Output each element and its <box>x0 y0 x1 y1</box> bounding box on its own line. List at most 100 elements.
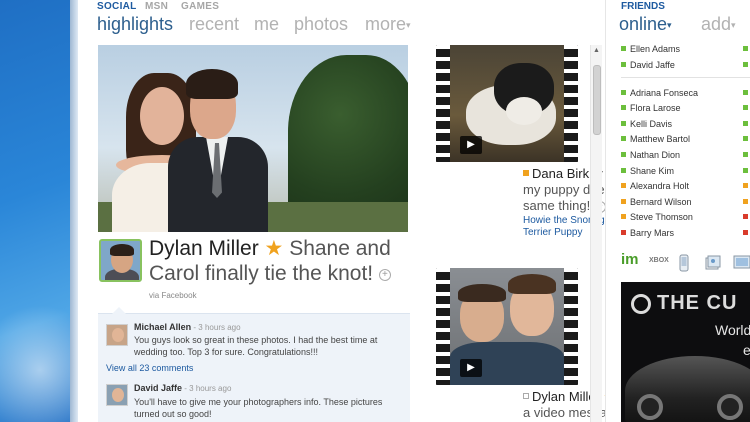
tab-more[interactable]: more▾ <box>365 14 411 35</box>
tab-add[interactable]: add▾ <box>701 14 736 35</box>
comments-panel: Michael Allen - 3 hours ago You guys loo… <box>98 307 410 422</box>
category-msn[interactable]: MSN <box>145 1 168 12</box>
category-games[interactable]: GAMES <box>181 1 219 12</box>
online-status-icon <box>743 168 748 173</box>
online-status-icon <box>621 90 626 95</box>
wedding-photo[interactable] <box>98 45 408 232</box>
film-sprocket-left <box>436 45 450 162</box>
avatar-face <box>112 328 124 342</box>
scroll-up-icon[interactable]: ▲ <box>593 47 600 54</box>
avatar[interactable] <box>106 324 128 346</box>
away-status-icon <box>621 214 626 219</box>
add-comment-icon[interactable]: + <box>378 269 391 281</box>
comment-author[interactable]: Michael Allen - 3 hours ago <box>134 322 241 332</box>
ad-car-wheel <box>637 394 663 420</box>
friend-item[interactable]: Steve Thomson <box>621 212 693 222</box>
away-status-icon <box>743 199 748 204</box>
messenger-icon[interactable]: im <box>621 251 639 268</box>
busy-status-icon <box>743 214 748 219</box>
online-status-icon <box>621 152 626 157</box>
avatar[interactable] <box>106 384 128 406</box>
away-status-icon <box>621 199 626 204</box>
friend-item[interactable]: Nathan Dion <box>621 150 680 160</box>
chevron-down-icon: ▾ <box>731 20 736 30</box>
online-status-icon <box>621 105 626 110</box>
friend-item[interactable]: Matthew Bartol <box>621 134 690 144</box>
advertisement-banner[interactable]: THE CU World e <box>621 282 750 422</box>
play-icon[interactable]: ▶ <box>460 359 482 377</box>
friend-name: Kelli Davis <box>630 119 673 129</box>
friend-name: Nathan Dion <box>630 150 681 160</box>
friend-name: Shane Kim <box>630 166 675 176</box>
friend-item[interactable]: Kelli Davis <box>621 119 672 129</box>
tab-me[interactable]: me <box>254 14 279 35</box>
photo-gallery-icon[interactable] <box>705 255 721 271</box>
friend-item[interactable]: Flora Larose <box>621 103 681 113</box>
comment-time: - 3 hours ago <box>182 384 232 393</box>
ad-logo-icon <box>631 294 651 314</box>
status-square-icon <box>523 393 529 399</box>
online-status-icon <box>743 152 748 157</box>
post-author[interactable]: Dylan Miller <box>149 237 259 260</box>
video-thumbnail[interactable]: ▶ <box>436 268 578 385</box>
online-status-icon <box>621 46 626 51</box>
puppy-muzzle <box>506 97 542 125</box>
friend-item[interactable]: Barry Mars <box>621 228 674 238</box>
desktop-glow <box>0 300 78 422</box>
busy-status-icon <box>743 230 748 235</box>
video-thumbnail[interactable]: ▶ <box>436 45 578 162</box>
avatar-hair <box>110 244 134 256</box>
screen-icon[interactable] <box>733 255 750 271</box>
friend-name: Alexandra Holt <box>630 181 690 191</box>
friend-item[interactable]: Adriana Fonseca <box>621 88 698 98</box>
comment-text: You guys look so great in these photos. … <box>134 335 378 357</box>
phone-icon[interactable] <box>679 254 689 272</box>
feed-panel: SOCIAL MSN GAMES highlights recent me ph… <box>78 0 605 422</box>
film-sprocket-left <box>436 268 450 385</box>
status-square-icon <box>523 170 529 176</box>
comment-author[interactable]: David Jaffe - 3 hours ago <box>134 383 231 393</box>
tab-recent[interactable]: recent <box>189 14 239 35</box>
comment-author-name: David Jaffe <box>134 383 183 393</box>
ad-line1: World <box>715 322 750 338</box>
tab-highlights[interactable]: highlights <box>97 14 173 35</box>
play-icon[interactable]: ▶ <box>460 136 482 154</box>
tab-more-label: more <box>365 14 407 34</box>
comment-author-name: Michael Allen <box>134 322 192 332</box>
friend-item[interactable]: Alexandra Holt <box>621 181 689 191</box>
friends-category[interactable]: FRIENDS <box>621 1 665 12</box>
friend-name: Ellen Adams <box>630 44 681 54</box>
film-sprocket-right <box>564 45 578 162</box>
avatar[interactable] <box>99 239 142 282</box>
online-status-icon <box>743 105 748 110</box>
category-social[interactable]: SOCIAL <box>97 1 137 12</box>
person1-hair <box>458 284 506 302</box>
friend-item[interactable]: Shane Kim <box>621 166 674 176</box>
online-status-icon <box>743 62 748 67</box>
tab-online[interactable]: online▾ <box>619 14 672 35</box>
online-status-icon <box>621 168 626 173</box>
scrollbar-thumb[interactable] <box>593 65 601 135</box>
ad-car-wheel <box>717 394 743 420</box>
friend-name: Matthew Bartol <box>630 134 691 144</box>
away-status-icon <box>743 183 748 188</box>
group-divider <box>621 77 750 78</box>
online-status-icon <box>621 136 626 141</box>
feed-scrollbar[interactable]: ▲ <box>590 45 602 422</box>
online-status-icon <box>621 121 626 126</box>
tab-photos[interactable]: photos <box>294 14 348 35</box>
photo-groom-hair <box>186 69 238 99</box>
friend-item[interactable]: Bernard Wilson <box>621 197 692 207</box>
online-status-icon <box>743 136 748 141</box>
friend-item[interactable]: Ellen Adams <box>621 44 680 54</box>
xbox-icon[interactable]: XBOX <box>649 257 669 264</box>
friend-name: David Jaffe <box>630 60 675 70</box>
chevron-down-icon: ▾ <box>406 20 411 30</box>
view-all-comments-link[interactable]: View all 23 comments <box>106 363 193 373</box>
ad-title: THE CU <box>657 292 738 314</box>
friend-item[interactable]: David Jaffe <box>621 60 675 70</box>
away-status-icon <box>621 183 626 188</box>
friend-name: Steve Thomson <box>630 212 693 222</box>
friends-panel: FRIENDS online▾ add▾ Ellen Adams David J… <box>605 0 750 422</box>
post-source: via Facebook <box>149 291 197 300</box>
